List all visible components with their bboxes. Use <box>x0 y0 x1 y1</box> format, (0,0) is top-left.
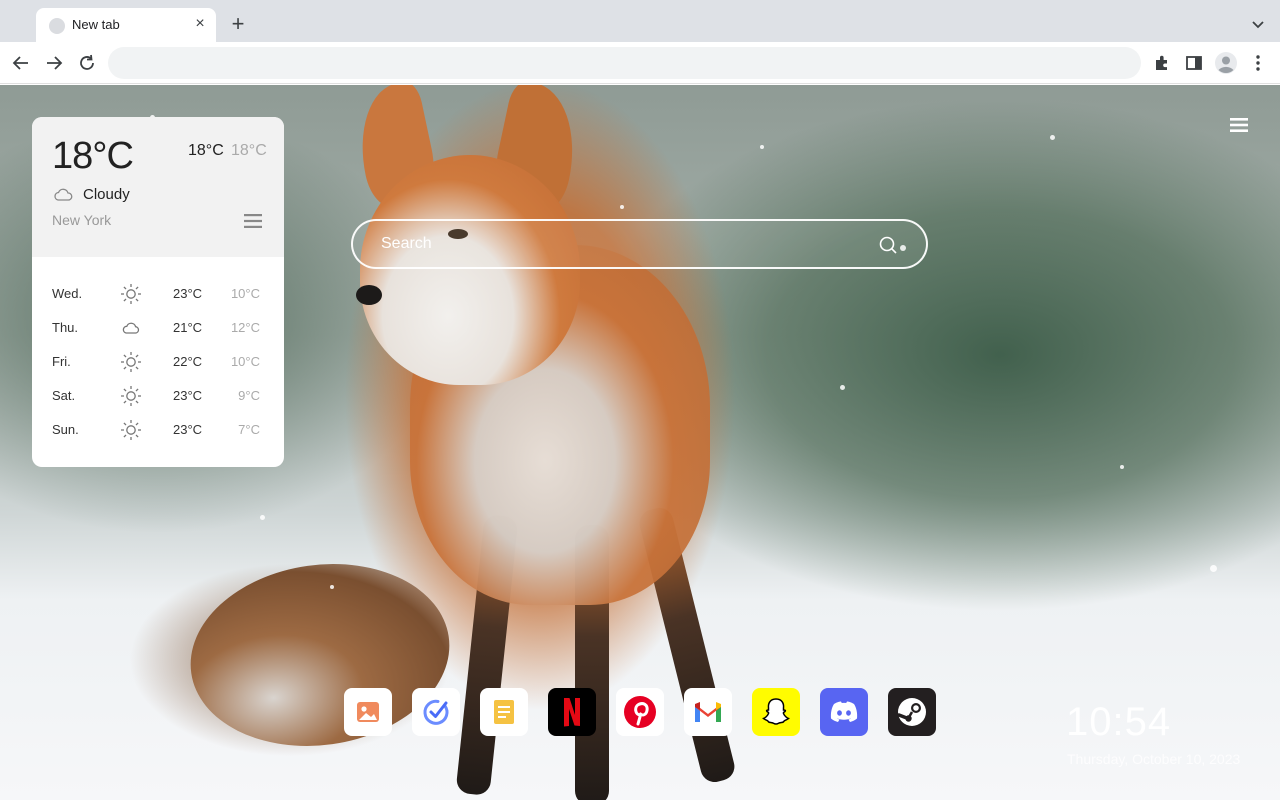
photos-icon <box>357 702 379 722</box>
weather-menu-icon[interactable] <box>243 213 263 229</box>
search-box <box>351 219 928 269</box>
dock-app-notes[interactable] <box>480 688 528 736</box>
new-tab-button[interactable]: + <box>228 13 248 35</box>
forecast-low: 10°C <box>230 354 260 369</box>
dock-app-netflix[interactable] <box>548 688 596 736</box>
checkmark-icon <box>423 699 449 725</box>
forecast-low: 12°C <box>230 320 260 335</box>
dock-app-todo[interactable] <box>412 688 460 736</box>
weather-city: New York <box>52 212 112 228</box>
today-high: 18°C <box>188 142 224 159</box>
forecast-low: 7°C <box>238 422 260 437</box>
reload-icon[interactable] <box>76 52 98 74</box>
snowflake <box>1050 135 1055 140</box>
snapchat-icon <box>762 698 790 725</box>
netflix-icon <box>564 698 580 727</box>
clock-date: Thursday, October 10, 2023 <box>1067 751 1241 767</box>
sun-icon <box>121 386 141 406</box>
sun-icon <box>121 352 141 372</box>
dock-app-pinterest[interactable] <box>616 688 664 736</box>
sun-icon <box>121 284 141 304</box>
forecast-day: Fri. <box>52 354 71 369</box>
dock-app-snapchat[interactable] <box>752 688 800 736</box>
search-icon[interactable] <box>877 234 899 256</box>
discord-icon <box>830 701 858 722</box>
cloud-icon <box>122 322 140 334</box>
snowflake <box>620 205 624 209</box>
cloud-icon <box>54 188 73 201</box>
forecast-high: 23°C <box>173 388 203 403</box>
wallpaper-fox-nose <box>356 285 382 305</box>
tab-new-tab[interactable]: New tab × <box>36 8 216 42</box>
forecast-day: Sat. <box>52 388 76 403</box>
weather-widget: 18°C 18°C 18°C Cloudy New York Wed. 23°C… <box>32 117 284 467</box>
tab-title: New tab <box>72 17 120 32</box>
weather-condition: Cloudy <box>83 186 130 203</box>
forecast-high: 23°C <box>173 422 203 437</box>
clock-time: 10:54 <box>1066 700 1172 744</box>
search-input[interactable] <box>381 221 861 267</box>
profile-icon[interactable] <box>1214 51 1238 75</box>
tab-close-button[interactable]: × <box>192 16 208 32</box>
dock-app-photos[interactable] <box>344 688 392 736</box>
forecast-low: 9°C <box>238 388 260 403</box>
forecast-high: 21°C <box>173 320 203 335</box>
wallpaper-fox-head <box>360 155 580 385</box>
notes-icon <box>494 700 514 724</box>
tab-search-icon[interactable] <box>1248 14 1268 34</box>
forecast-day: Sun. <box>52 422 79 437</box>
tab-favicon-icon <box>49 18 65 34</box>
browser-toolbar <box>0 42 1280 84</box>
sun-icon <box>121 420 141 440</box>
snowflake <box>1210 565 1217 572</box>
page-menu-icon[interactable] <box>1229 116 1249 134</box>
forecast-high: 22°C <box>173 354 203 369</box>
forecast-day: Thu. <box>52 320 79 335</box>
forecast-low: 10°C <box>230 286 260 301</box>
extensions-icon[interactable] <box>1152 53 1172 73</box>
back-icon[interactable] <box>10 52 32 74</box>
snowflake <box>260 515 265 520</box>
snowflake <box>330 585 334 589</box>
snowflake <box>1120 465 1124 469</box>
forecast-row: Sun. 23°C 7°C <box>32 418 284 442</box>
dock-app-gmail[interactable] <box>684 688 732 736</box>
forecast-row: Thu. 21°C 12°C <box>32 316 284 340</box>
forecast-row: Fri. 22°C 10°C <box>32 350 284 374</box>
forecast-row: Wed. 23°C 10°C <box>32 282 284 306</box>
snowflake <box>760 145 764 149</box>
side-panel-icon[interactable] <box>1184 53 1204 73</box>
address-bar[interactable] <box>108 47 1141 79</box>
tab-strip: New tab × + <box>0 0 1280 42</box>
more-icon[interactable] <box>1248 53 1268 73</box>
dock-app-steam[interactable] <box>888 688 936 736</box>
pinterest-icon <box>624 696 656 728</box>
weather-current: 18°C 18°C 18°C Cloudy New York <box>32 117 284 257</box>
forward-icon[interactable] <box>43 52 65 74</box>
today-low: 18°C <box>231 142 267 159</box>
dock-app-discord[interactable] <box>820 688 868 736</box>
snowflake <box>840 385 845 390</box>
forecast-day: Wed. <box>52 286 83 301</box>
forecast-row: Sat. 23°C 9°C <box>32 384 284 408</box>
gmail-icon <box>695 702 721 722</box>
current-temperature: 18°C <box>52 135 134 177</box>
forecast-high: 23°C <box>173 286 203 301</box>
steam-icon <box>897 698 926 726</box>
